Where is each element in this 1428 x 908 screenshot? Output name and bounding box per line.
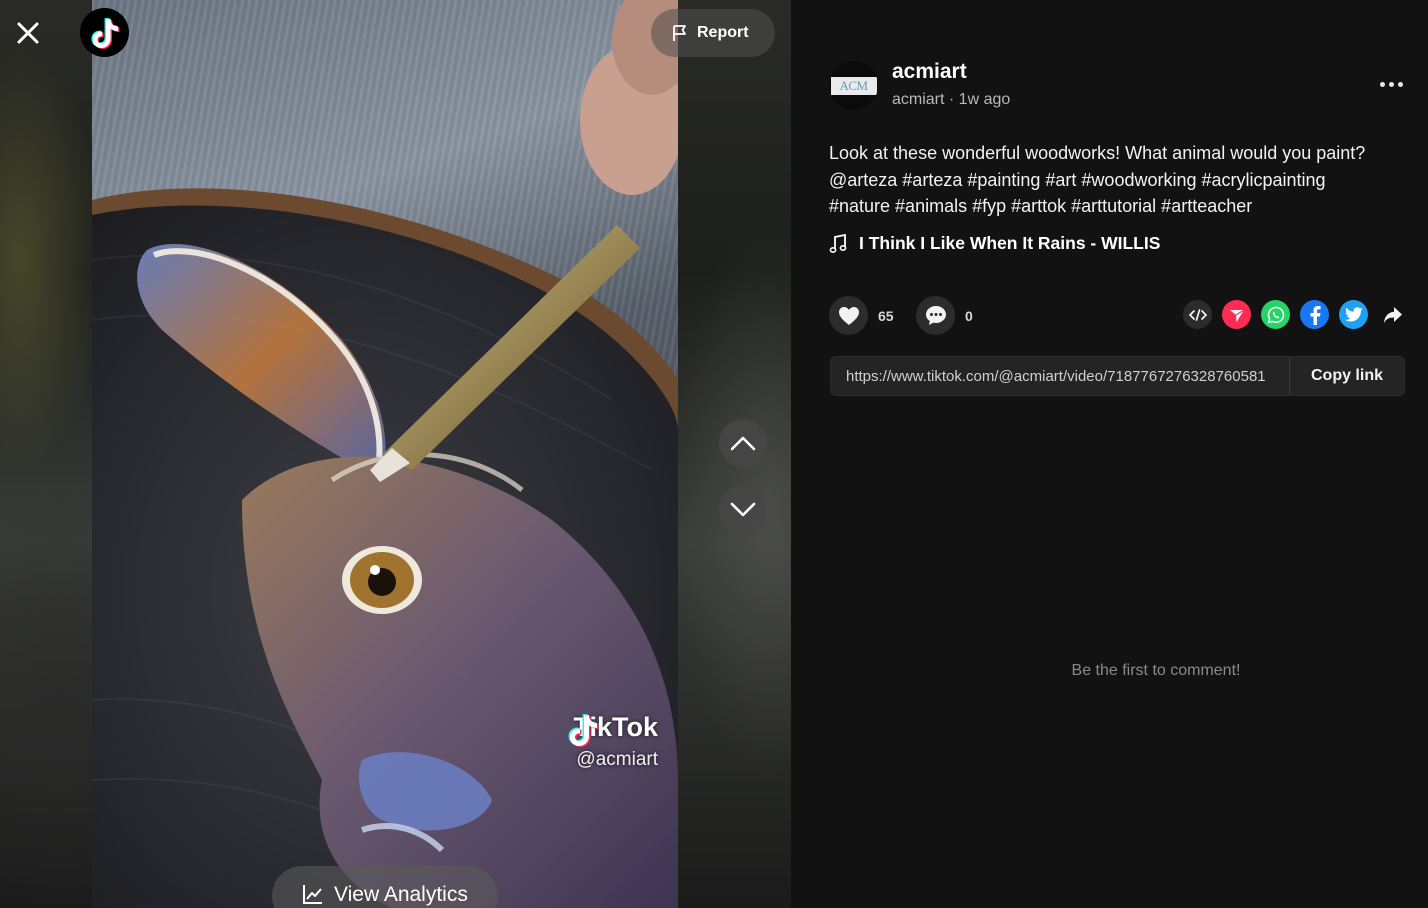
video-details-panel: ACM acmiart acmiart · 1w ago Look at the…	[791, 0, 1428, 908]
tiktok-logo-icon	[90, 17, 120, 49]
author-meta: acmiart · 1w ago	[892, 91, 1010, 109]
send-to-friends-button[interactable]	[1222, 300, 1251, 329]
chevron-down-icon	[730, 502, 756, 517]
comment-bubble-icon	[925, 306, 946, 325]
more-dot	[1379, 81, 1385, 87]
share-link-url[interactable]: https://www.tiktok.com/@acmiart/video/71…	[831, 368, 1289, 385]
view-analytics-label: View Analytics	[334, 883, 468, 906]
close-button[interactable]	[12, 17, 44, 49]
like-count: 65	[878, 307, 894, 324]
music-note-icon	[829, 233, 847, 253]
flag-icon	[673, 25, 686, 41]
video-frame[interactable]: TikTok @acmiart	[92, 0, 678, 908]
comment-button[interactable]	[916, 296, 955, 335]
whatsapp-icon	[1267, 306, 1284, 323]
caption-line: Look at these wonderful woodworks! What …	[829, 143, 1366, 163]
close-icon	[17, 22, 39, 44]
action-bar: 65 0	[829, 295, 1407, 337]
report-button[interactable]: Report	[651, 9, 775, 57]
video-still-image	[92, 0, 678, 908]
view-analytics-button[interactable]: View Analytics	[272, 866, 498, 908]
author-avatar[interactable]: ACM	[829, 61, 878, 110]
video-player[interactable]: TikTok @acmiart Report View Analytics	[0, 0, 791, 908]
more-dot	[1397, 81, 1403, 87]
empty-comments-message: Be the first to comment!	[1071, 662, 1241, 679]
music-title: I Think I Like When It Rains - WILLIS	[859, 233, 1161, 253]
twitter-icon	[1344, 307, 1362, 322]
copy-link-button[interactable]: Copy link	[1289, 357, 1404, 395]
caption-line[interactable]: #nature #animals #fyp #arttok #arttutori…	[829, 193, 1419, 220]
share-icons	[1183, 300, 1407, 329]
twitter-share-button[interactable]	[1339, 300, 1368, 329]
share-arrow-icon	[1383, 306, 1402, 323]
embed-icon	[1188, 308, 1207, 321]
facebook-share-button[interactable]	[1300, 300, 1329, 329]
author-username[interactable]: acmiart	[892, 60, 967, 84]
more-dot	[1388, 81, 1394, 87]
meta-separator: ·	[944, 91, 959, 108]
post-caption: Look at these wonderful woodworks! What …	[829, 140, 1419, 220]
share-link-box: https://www.tiktok.com/@acmiart/video/71…	[830, 356, 1405, 396]
next-video-button[interactable]	[719, 486, 767, 534]
chevron-up-icon	[730, 436, 756, 451]
comment-count: 0	[965, 307, 973, 324]
report-label: Report	[697, 24, 749, 41]
whatsapp-share-button[interactable]	[1261, 300, 1290, 329]
analytics-chart-icon	[303, 885, 322, 904]
like-control[interactable]: 65	[829, 296, 894, 335]
avatar-logo-text: ACM	[830, 76, 877, 95]
comment-control[interactable]: 0	[916, 296, 973, 335]
tiktok-watermark: TikTok @acmiart	[567, 712, 658, 771]
author-handle: acmiart	[892, 91, 945, 108]
embed-button[interactable]	[1183, 300, 1212, 329]
tiktok-home-logo[interactable]	[80, 8, 129, 57]
caption-line[interactable]: @arteza #arteza #painting #art #woodwork…	[829, 167, 1419, 194]
watermark-handle: @acmiart	[576, 749, 658, 770]
send-to-friends-icon	[1229, 308, 1244, 322]
heart-icon	[838, 306, 859, 325]
more-options-button[interactable]	[1376, 74, 1406, 94]
music-link[interactable]: I Think I Like When It Rains - WILLIS	[829, 233, 1160, 254]
post-time: 1w ago	[958, 91, 1011, 108]
facebook-icon	[1310, 305, 1321, 325]
previous-video-button[interactable]	[719, 419, 767, 467]
like-button[interactable]	[829, 296, 868, 335]
more-share-button[interactable]	[1378, 300, 1407, 329]
